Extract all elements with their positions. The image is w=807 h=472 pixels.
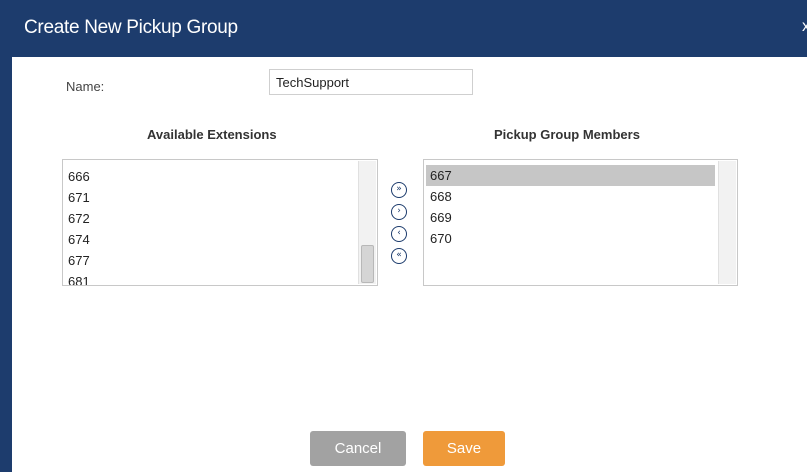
list-item[interactable]: 671 bbox=[64, 187, 357, 208]
dialog-left-border bbox=[0, 0, 12, 472]
pickup-group-members-title: Pickup Group Members bbox=[494, 127, 640, 142]
remove-all-icon[interactable]: « bbox=[391, 248, 407, 264]
add-all-icon[interactable]: » bbox=[391, 182, 407, 198]
available-list-scrollbar[interactable] bbox=[358, 161, 376, 284]
list-item[interactable]: 666 bbox=[64, 166, 357, 187]
list-item[interactable]: 681 bbox=[64, 271, 357, 285]
list-item[interactable]: 677 bbox=[64, 250, 357, 271]
add-selected-icon[interactable]: › bbox=[391, 204, 407, 220]
available-extensions-title: Available Extensions bbox=[147, 127, 277, 142]
close-icon[interactable]: x bbox=[802, 18, 807, 36]
scrollbar-thumb[interactable] bbox=[361, 245, 374, 283]
pickup-group-members-list[interactable]: 667 668 669 670 bbox=[423, 159, 738, 286]
dialog-titlebar: Create New Pickup Group x bbox=[12, 0, 807, 57]
name-input[interactable] bbox=[269, 69, 473, 95]
available-extensions-list[interactable]: 666 671 672 674 677 681 bbox=[62, 159, 378, 286]
save-button[interactable]: Save bbox=[423, 431, 505, 466]
remove-selected-icon[interactable]: ‹ bbox=[391, 226, 407, 242]
create-pickup-group-dialog: Create New Pickup Group x Name: Availabl… bbox=[0, 0, 807, 472]
list-item[interactable]: 669 bbox=[426, 207, 715, 228]
list-item[interactable]: 670 bbox=[426, 228, 715, 249]
list-item[interactable]: 672 bbox=[64, 208, 357, 229]
cancel-button[interactable]: Cancel bbox=[310, 431, 406, 466]
dialog-title: Create New Pickup Group bbox=[24, 17, 238, 38]
list-item[interactable]: 674 bbox=[64, 229, 357, 250]
list-item-selected[interactable]: 667 bbox=[426, 165, 715, 186]
list-item[interactable]: 668 bbox=[426, 186, 715, 207]
name-label: Name: bbox=[66, 79, 105, 94]
members-list-scrollbar[interactable] bbox=[718, 161, 736, 284]
